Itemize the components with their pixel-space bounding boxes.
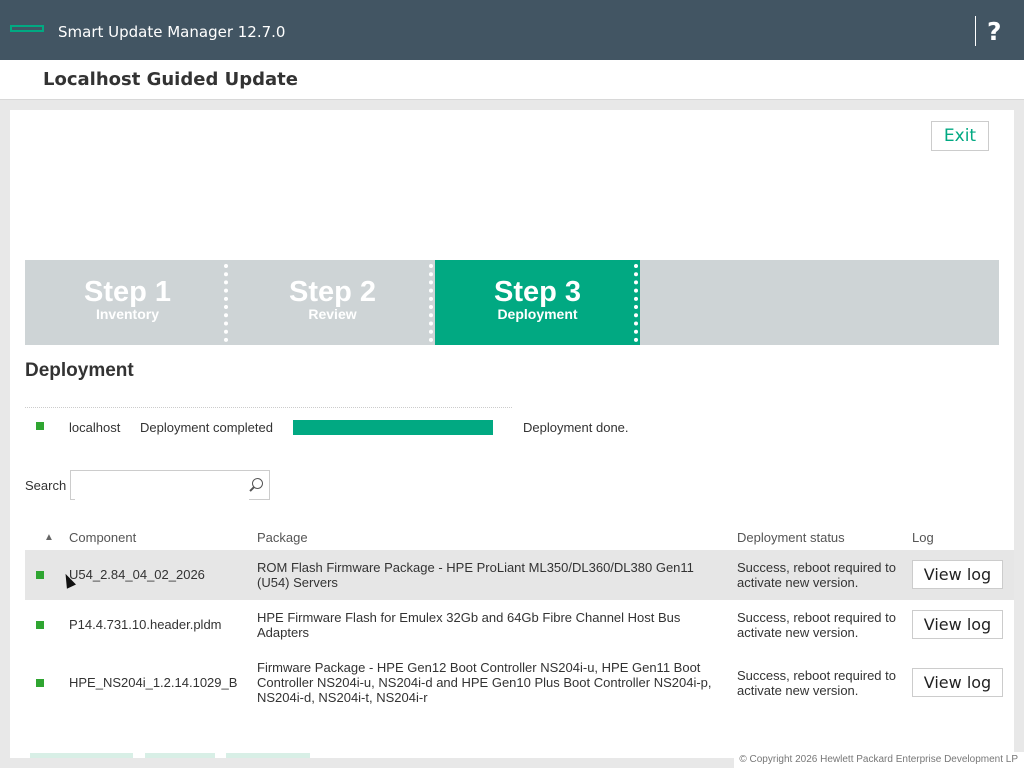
app-title: Smart Update Manager 12.7.0 — [58, 23, 286, 41]
progress-bar — [293, 420, 493, 435]
step-number: Step 1 — [83, 276, 172, 308]
view-log-button[interactable]: View log — [912, 560, 1003, 589]
table-row[interactable]: P14.4.731.10.header.pldm HPE Firmware Fl… — [25, 600, 1014, 650]
component-name: P14.4.731.10.header.pldm — [69, 617, 222, 632]
deployment-status: Success, reboot required to activate new… — [737, 668, 896, 698]
table-row[interactable]: U54_2.84_04_02_2026 ROM Flash Firmware P… — [25, 550, 1014, 600]
column-header-component[interactable]: Component — [69, 530, 136, 545]
step-label: Review — [308, 306, 357, 322]
component-name: U54_2.84_04_02_2026 — [69, 567, 205, 582]
footer-button-stub — [226, 753, 310, 758]
step-label: Deployment — [497, 306, 578, 322]
search-box — [70, 470, 270, 500]
status-indicator-icon — [36, 571, 44, 579]
hpe-logo-icon — [10, 25, 44, 32]
copyright-text: © Copyright 2026 Hewlett Packard Enterpr… — [734, 752, 1024, 768]
status-indicator-icon — [36, 679, 44, 687]
status-indicator-icon — [36, 621, 44, 629]
view-log-button[interactable]: View log — [912, 610, 1003, 639]
host-name: localhost — [69, 420, 121, 435]
table-row[interactable]: HPE_NS204i_1.2.14.1029_B Firmware Packag… — [25, 650, 1014, 714]
deployment-status: Success, reboot required to activate new… — [737, 560, 896, 590]
package-name: HPE Firmware Flash for Emulex 32Gb and 6… — [257, 610, 681, 640]
column-header-deployment-status[interactable]: Deployment status — [737, 530, 845, 545]
deployment-status: Success, reboot required to activate new… — [737, 610, 896, 640]
search-input[interactable] — [75, 472, 249, 500]
help-button[interactable]: ? — [987, 16, 1002, 48]
divider — [25, 407, 512, 408]
column-header-log[interactable]: Log — [912, 530, 934, 545]
package-name: Firmware Package - HPE Gen12 Boot Contro… — [257, 660, 712, 705]
step-review: Step 2 Review — [230, 260, 435, 345]
section-title: Deployment — [25, 360, 134, 381]
step-indicator: Step 1 Inventory Step 2 Review Step 3 De… — [25, 260, 999, 345]
step-inventory: Step 1 Inventory — [25, 260, 230, 345]
host-status-text: Deployment completed — [140, 420, 273, 435]
table-header: ▲ Component Package Deployment status Lo… — [25, 528, 1014, 551]
main-panel: Exit Step 1 Inventory Step 2 Review Step… — [10, 110, 1014, 758]
step-divider — [634, 264, 642, 342]
status-indicator-icon — [36, 422, 44, 430]
step-number: Step 2 — [288, 276, 377, 308]
step-number: Step 3 — [493, 276, 582, 308]
component-name: HPE_NS204i_1.2.14.1029_B — [69, 675, 238, 690]
sort-ascending-icon[interactable]: ▲ — [44, 532, 54, 543]
page-header: Localhost Guided Update — [0, 60, 1024, 100]
column-header-package[interactable]: Package — [257, 530, 308, 545]
topbar-divider — [975, 16, 976, 46]
exit-button[interactable]: Exit — [931, 121, 989, 151]
search-icon[interactable] — [252, 478, 263, 489]
search-label: Search — [25, 478, 67, 493]
page-title: Localhost Guided Update — [43, 69, 298, 90]
view-log-button[interactable]: View log — [912, 668, 1003, 697]
host-result-text: Deployment done. — [523, 420, 629, 435]
footer-button-stub — [30, 753, 133, 758]
footer-button-stub — [145, 753, 215, 758]
progress-bar-fill — [293, 420, 493, 435]
package-name: ROM Flash Firmware Package - HPE ProLian… — [257, 560, 694, 590]
step-deployment: Step 3 Deployment — [435, 260, 640, 345]
step-label: Inventory — [95, 306, 159, 322]
top-bar: Smart Update Manager 12.7.0 ? — [0, 0, 1024, 60]
